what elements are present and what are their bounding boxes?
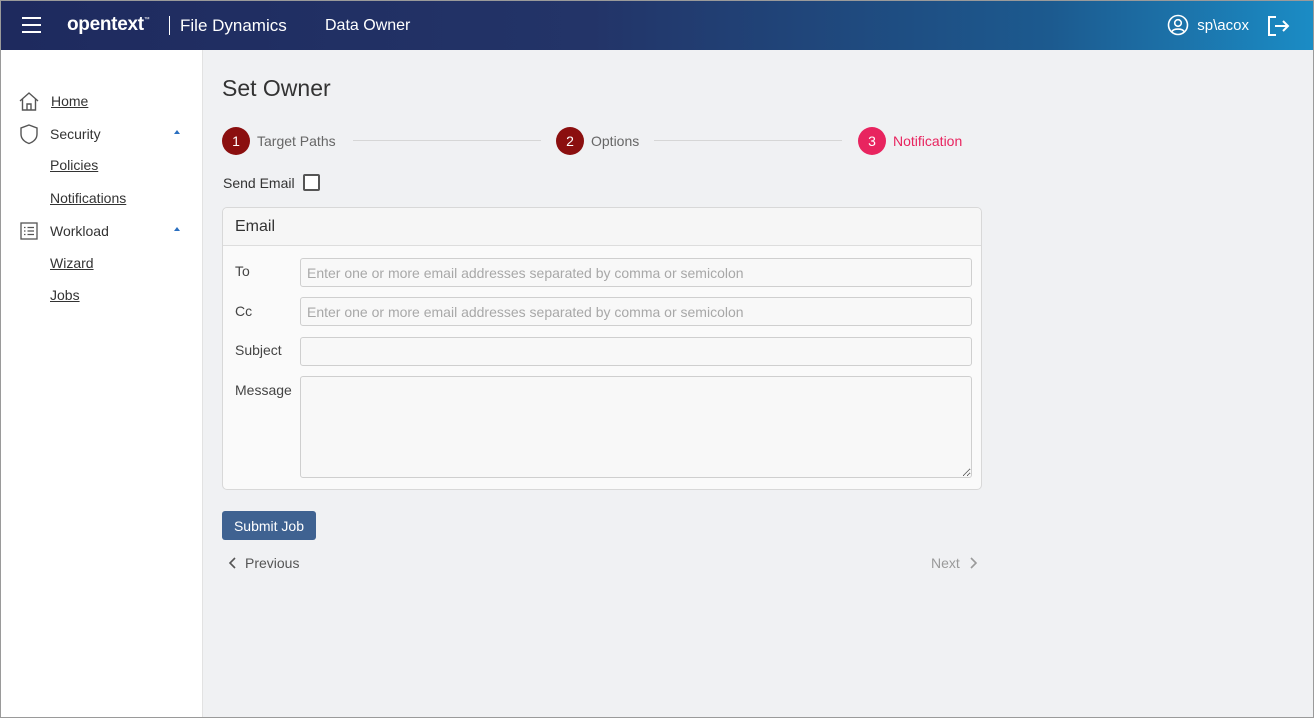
send-email-label: Send Email <box>223 174 295 191</box>
username: sp\acox <box>1197 16 1249 34</box>
email-panel: Email To Cc Subject Message <box>222 207 982 490</box>
list-icon <box>20 222 38 240</box>
send-email-checkbox[interactable] <box>302 174 320 191</box>
caret-up-icon[interactable] <box>174 130 180 134</box>
submit-job-button[interactable]: Submit Job <box>222 511 316 540</box>
subject-label: Subject <box>235 342 282 358</box>
main-content: Set Owner 1 Target Paths 2 Options 3 Not… <box>203 50 1313 717</box>
sidebar-item-jobs[interactable]: Jobs <box>1 285 201 305</box>
opentext-logo: opentext™ <box>67 14 150 35</box>
page-title: Set Owner <box>222 75 331 101</box>
logout-icon[interactable] <box>1267 15 1291 37</box>
previous-button[interactable]: Previous <box>228 555 299 571</box>
shield-icon <box>20 124 38 145</box>
sidebar-item-label: Wizard <box>50 255 94 271</box>
sidebar-item-label: Policies <box>50 157 99 173</box>
step-connector <box>353 140 541 141</box>
cc-label: Cc <box>235 303 253 319</box>
send-email-row: Send Email <box>223 174 320 191</box>
sidebar-item-security[interactable]: Security <box>1 122 201 146</box>
to-field[interactable] <box>300 258 972 287</box>
home-icon <box>19 92 39 111</box>
next-label: Next <box>931 555 960 571</box>
sidebar-item-policies[interactable]: Policies <box>1 155 201 175</box>
chevron-right-icon <box>970 557 977 569</box>
sidebar-item-label: Notifications <box>50 190 127 206</box>
sidebar-item-workload[interactable]: Workload <box>1 219 201 243</box>
step-number: 3 <box>858 127 886 155</box>
next-button[interactable]: Next <box>931 555 978 571</box>
sidebar-item-label: Home <box>51 93 89 109</box>
top-header: opentext™ File Dynamics Data Owner sp\ac… <box>1 1 1313 50</box>
step-number: 2 <box>556 127 584 155</box>
step-connector <box>654 140 842 141</box>
step-target-paths[interactable]: 1 Target Paths <box>222 127 336 155</box>
sidebar-item-label: Security <box>50 126 101 142</box>
user-menu[interactable]: sp\acox <box>1167 14 1249 36</box>
sidebar-item-notifications[interactable]: Notifications <box>1 188 201 208</box>
app-window: opentext™ File Dynamics Data Owner sp\ac… <box>0 0 1314 718</box>
product-name: File Dynamics <box>180 16 287 35</box>
subject-field[interactable] <box>300 337 972 366</box>
step-label: Target Paths <box>257 133 336 149</box>
hamburger-menu-icon[interactable] <box>22 17 41 33</box>
previous-label: Previous <box>245 555 300 571</box>
sidebar: Home Security Policies Notifications Wor… <box>1 50 203 717</box>
step-label: Notification <box>893 133 963 149</box>
caret-up-icon[interactable] <box>174 227 180 231</box>
email-panel-title: Email <box>223 208 981 246</box>
sidebar-item-label: Workload <box>50 223 109 239</box>
sidebar-item-label: Jobs <box>50 287 80 303</box>
message-label: Message <box>235 382 292 398</box>
sidebar-item-home[interactable]: Home <box>1 89 201 113</box>
user-circle-icon <box>1167 14 1189 36</box>
message-field[interactable] <box>300 376 972 478</box>
sidebar-item-wizard[interactable]: Wizard <box>1 253 201 273</box>
brand-divider <box>169 16 170 35</box>
step-label: Options <box>591 133 640 149</box>
chevron-left-icon <box>228 557 236 569</box>
step-number: 1 <box>222 127 250 155</box>
step-options[interactable]: 2 Options <box>556 127 639 155</box>
step-notification[interactable]: 3 Notification <box>858 127 962 155</box>
section-title: Data Owner <box>325 17 411 34</box>
to-label: To <box>235 263 250 279</box>
cc-field[interactable] <box>300 297 972 326</box>
